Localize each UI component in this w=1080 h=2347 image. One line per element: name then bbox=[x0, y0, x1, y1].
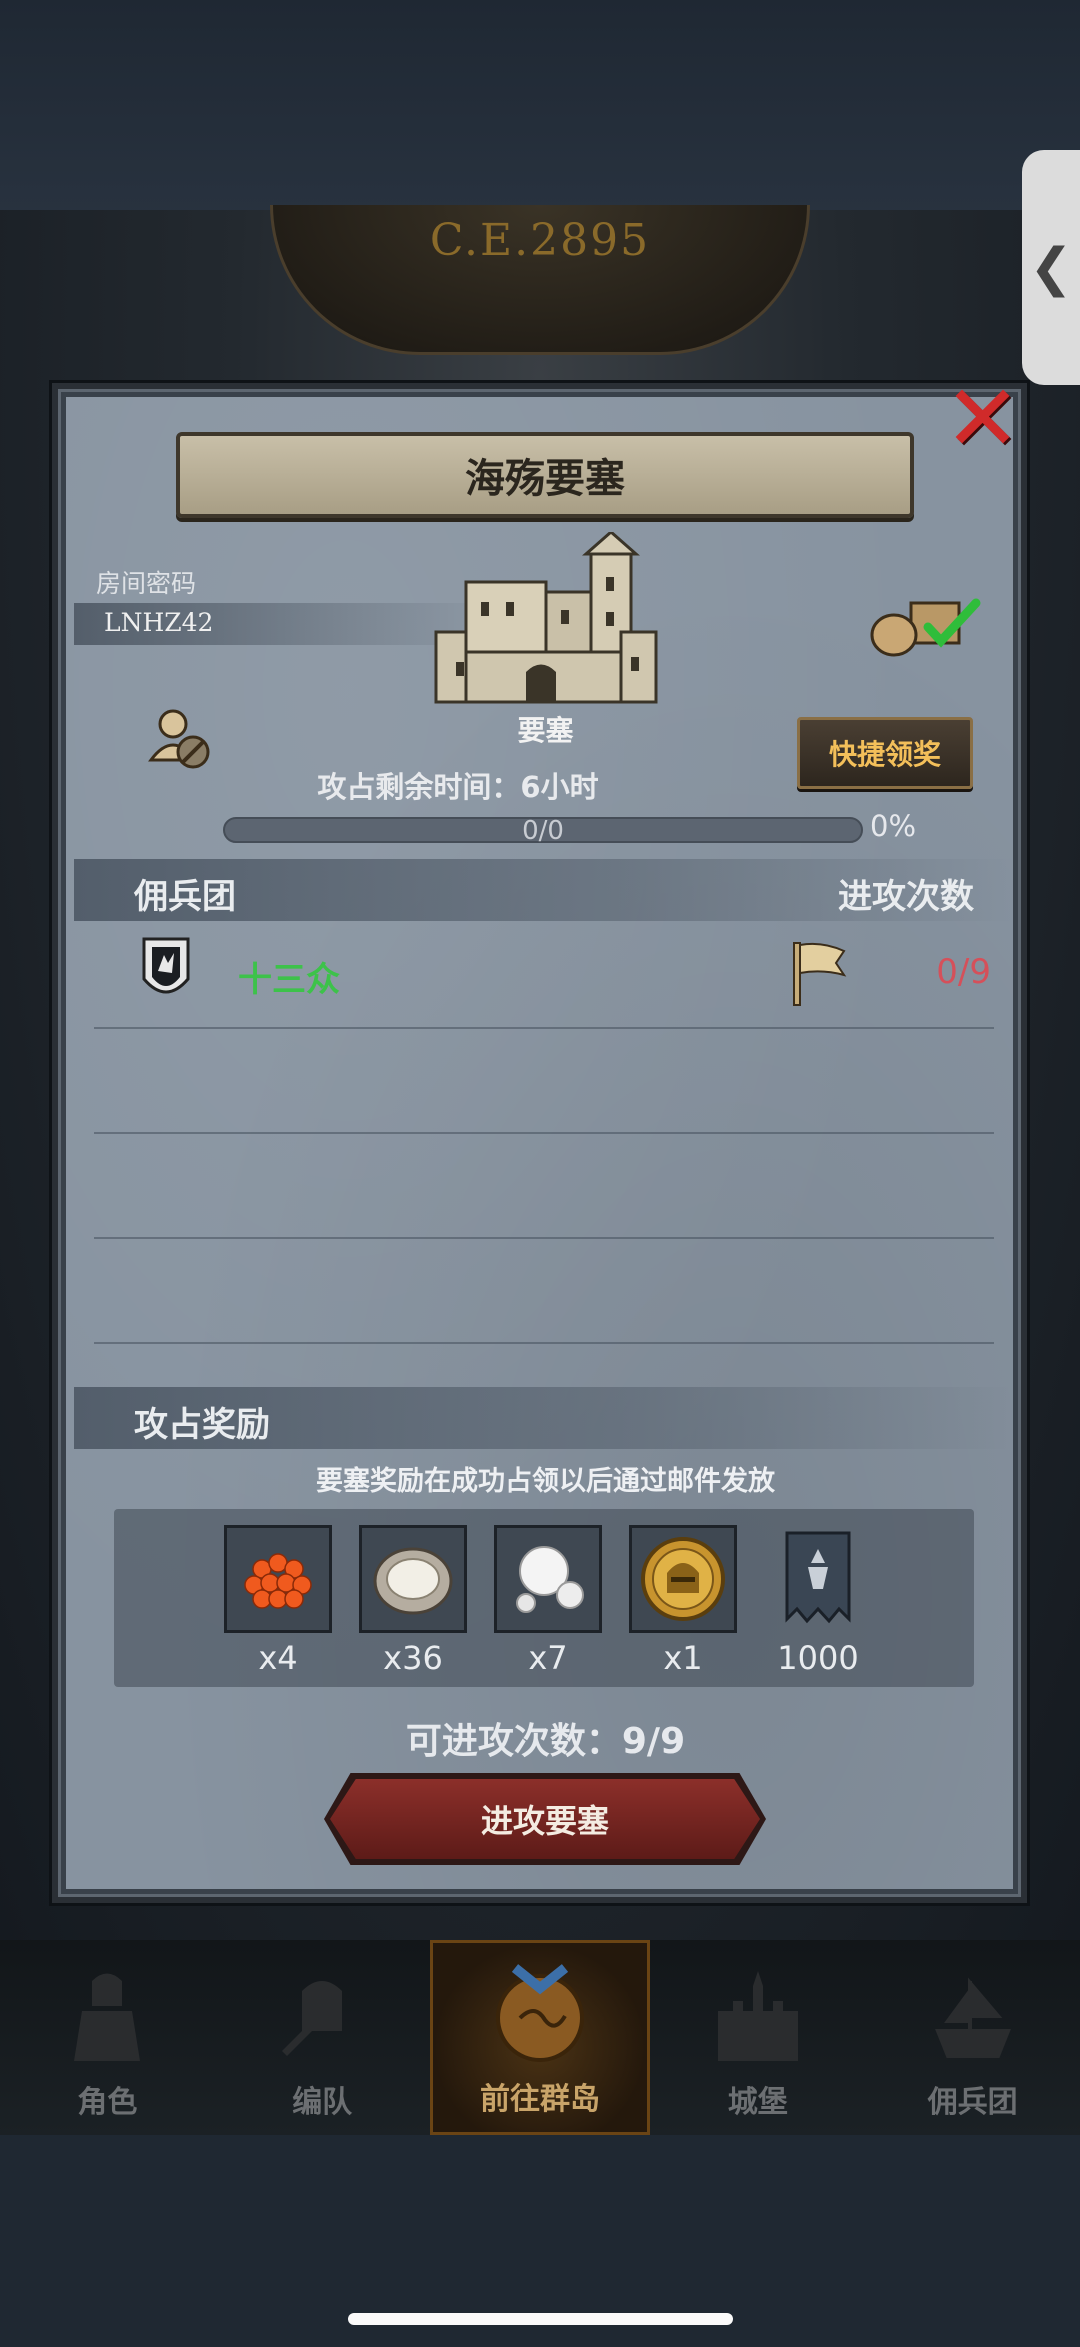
reward-qty: x7 bbox=[528, 1639, 568, 1677]
capture-progress-text: 0/0 bbox=[522, 816, 564, 846]
bottom-nav: 角色 编队 前往群岛 城堡 佣兵团 bbox=[0, 1940, 1080, 2135]
castle-icon bbox=[717, 1971, 798, 2061]
capture-progress-bar: 0/0 bbox=[223, 816, 863, 846]
attack-fortress-button[interactable]: 进攻要塞 bbox=[330, 1779, 760, 1859]
pearl-icon bbox=[516, 1546, 584, 1613]
row-divider bbox=[94, 1237, 994, 1239]
room-code: LNHZ42 bbox=[104, 608, 214, 637]
reward-section-header: 攻占奖励 bbox=[74, 1387, 1014, 1449]
reward-section-title: 攻占奖励 bbox=[134, 1405, 270, 1445]
ship-icon bbox=[934, 1977, 1011, 2058]
mercenary-section-header: 佣兵团 进攻次数 bbox=[74, 859, 1014, 921]
helmet-axe-icon bbox=[282, 1981, 343, 2056]
knight-icon bbox=[74, 1973, 141, 2061]
wolf-shield-icon bbox=[142, 937, 190, 994]
flag-icon bbox=[793, 942, 847, 1006]
reward-item[interactable]: x36 bbox=[359, 1525, 467, 1677]
reward-qty: 1000 bbox=[777, 1639, 859, 1677]
chevron-left-icon: ❮ bbox=[1029, 237, 1073, 298]
claimed-reward-icon bbox=[870, 598, 981, 657]
helmet-medal-icon bbox=[641, 1537, 725, 1621]
row-divider bbox=[94, 1342, 994, 1344]
nav-character[interactable]: 角色 bbox=[0, 1940, 215, 2135]
islands-map-icon bbox=[495, 1964, 584, 2062]
reward-list: x4 x36 x7 x1 1000 bbox=[114, 1509, 974, 1687]
nav-formation[interactable]: 编队 bbox=[215, 1940, 430, 2135]
nav-mercenary[interactable]: 佣兵团 bbox=[865, 1940, 1080, 2135]
row-divider bbox=[94, 1027, 994, 1029]
mercenary-name: 十三众 bbox=[238, 960, 340, 1000]
remaining-attacks: 可进攻次数：9/9 bbox=[405, 1721, 686, 1762]
home-indicator[interactable] bbox=[348, 2313, 733, 2325]
nav-islands[interactable]: 前往群岛 bbox=[429, 1940, 651, 2135]
reward-item[interactable]: x1 bbox=[629, 1525, 737, 1677]
reward-qty: x1 bbox=[663, 1639, 703, 1677]
banner-icon bbox=[785, 1531, 851, 1624]
fortress-dialog: ✕ 海殇要塞 房间密码 LNHZ42 要塞 快捷领奖 攻占剩余时间：6小时 0/… bbox=[52, 373, 1027, 1903]
era-text: C.E.2895 bbox=[429, 215, 651, 266]
reward-item[interactable]: 1000 bbox=[764, 1525, 872, 1677]
reward-item[interactable]: x7 bbox=[494, 1525, 602, 1677]
roe-icon bbox=[244, 1553, 312, 1609]
mercenary-section-title: 佣兵团 bbox=[134, 877, 236, 917]
room-code-label: 房间密码 bbox=[96, 569, 197, 598]
mercenary-attack-count: 0/9 bbox=[936, 952, 991, 992]
fortress-icon bbox=[434, 532, 658, 704]
side-drawer-tab[interactable]: ❮ bbox=[1022, 150, 1080, 385]
reward-qty: x4 bbox=[258, 1639, 298, 1677]
reward-qty: x36 bbox=[383, 1639, 443, 1677]
close-x-icon: ✕ bbox=[943, 365, 1022, 472]
dialog-title: 海殇要塞 bbox=[176, 432, 914, 518]
top-background bbox=[0, 0, 1080, 215]
remaining-time: 攻占剩余时间：6小时 bbox=[317, 770, 599, 804]
close-button[interactable]: ✕ bbox=[940, 373, 1025, 465]
row-divider bbox=[94, 1132, 994, 1134]
oyster-icon bbox=[373, 1547, 453, 1615]
nav-castle[interactable]: 城堡 bbox=[650, 1940, 865, 2135]
reward-item[interactable]: x4 bbox=[224, 1525, 332, 1677]
capture-progress-percent: 0% bbox=[870, 809, 917, 843]
reward-note: 要塞奖励在成功占领以后通过邮件发放 bbox=[316, 1466, 775, 1497]
era-dial: C.E.2895 bbox=[270, 205, 810, 355]
attack-count-header: 进攻次数 bbox=[838, 877, 974, 917]
